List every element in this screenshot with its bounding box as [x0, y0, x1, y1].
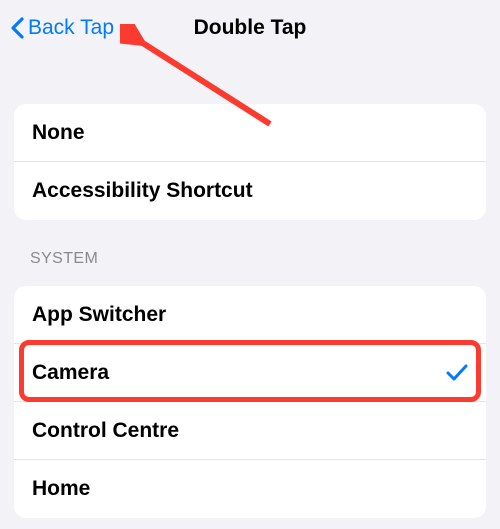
back-label: Back Tap [28, 16, 114, 40]
row-label: Control Centre [32, 419, 179, 443]
row-control-centre[interactable]: Control Centre [14, 402, 486, 460]
row-accessibility-shortcut[interactable]: Accessibility Shortcut [14, 162, 486, 220]
nav-bar: Back Tap Double Tap [0, 0, 500, 56]
chevron-left-icon [8, 15, 26, 41]
row-camera[interactable]: Camera [14, 344, 486, 402]
row-home[interactable]: Home [14, 460, 486, 518]
row-label: Home [32, 477, 90, 501]
checkmark-icon [446, 363, 468, 383]
row-label: Camera [32, 361, 109, 385]
row-none[interactable]: None [14, 104, 486, 162]
row-app-switcher[interactable]: App Switcher [14, 286, 486, 344]
row-label: Accessibility Shortcut [32, 179, 253, 203]
row-label: App Switcher [32, 303, 166, 327]
page-title: Double Tap [194, 16, 307, 40]
back-button[interactable]: Back Tap [8, 15, 114, 41]
row-label: None [32, 121, 85, 145]
group-system: App Switcher Camera Control Centre Home [14, 286, 486, 518]
group-general: None Accessibility Shortcut [14, 104, 486, 220]
section-header-system: System [30, 250, 470, 268]
